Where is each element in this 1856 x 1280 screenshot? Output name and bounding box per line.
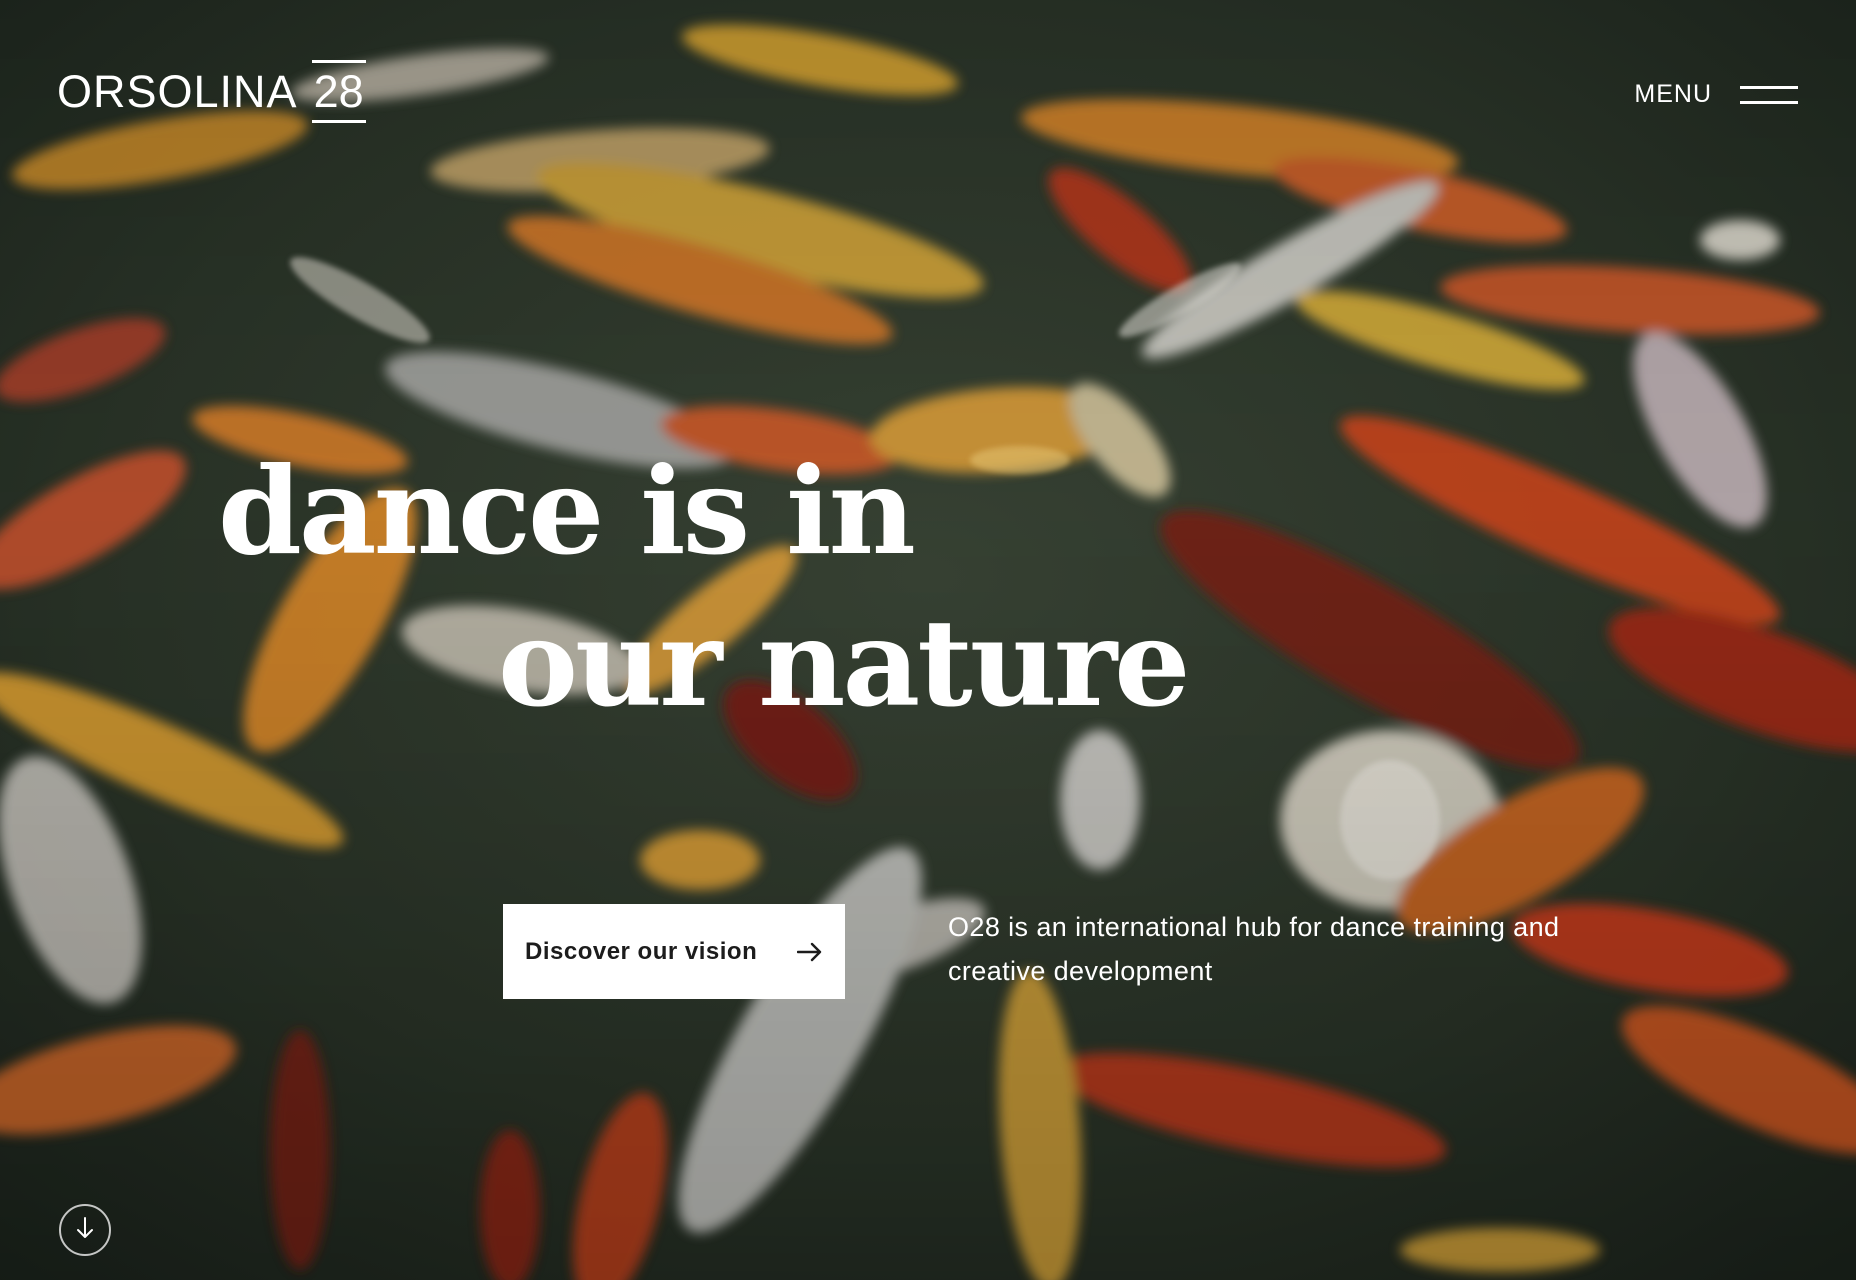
menu-button[interactable]: MENU (1634, 80, 1798, 109)
arrow-down-icon (75, 1216, 95, 1245)
cta-label: Discover our vision (525, 937, 758, 965)
hero-description: O28 is an international hub for dance tr… (948, 912, 1560, 986)
headline-line-2: our nature (498, 593, 1191, 734)
discover-vision-button[interactable]: Discover our vision (503, 904, 845, 999)
logo-number: 28 (311, 60, 366, 123)
menu-label: MENU (1634, 80, 1712, 108)
headline-line-1: dance is in (218, 441, 916, 582)
site-logo[interactable]: ORSOLINA 28 (57, 60, 366, 123)
hamburger-icon (1740, 85, 1798, 104)
scroll-down-button[interactable] (59, 1204, 111, 1256)
logo-wordmark: ORSOLINA (57, 66, 298, 117)
arrow-right-icon (797, 942, 823, 962)
